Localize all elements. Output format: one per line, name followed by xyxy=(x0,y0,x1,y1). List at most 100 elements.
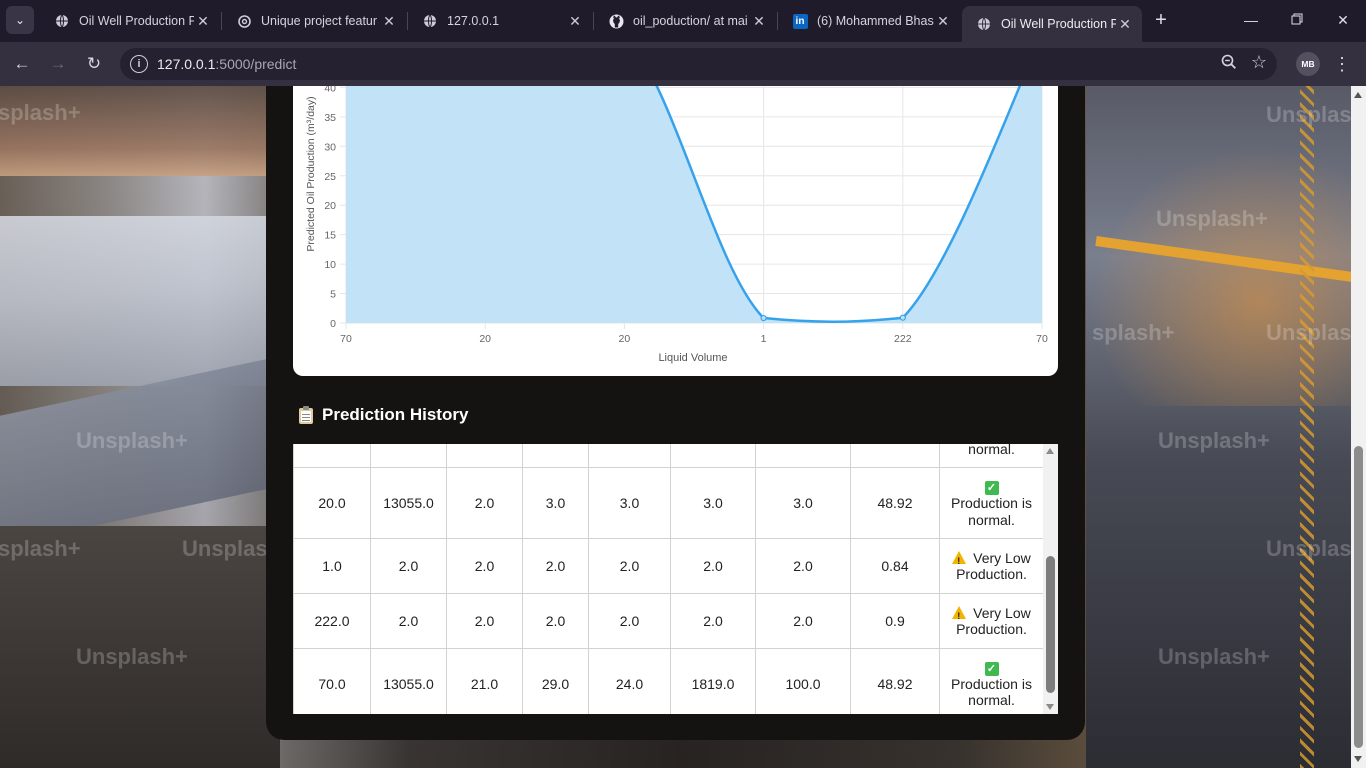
y-tick-label: 35 xyxy=(324,112,336,124)
back-button[interactable]: ← xyxy=(8,50,36,78)
x-tick-label: 70 xyxy=(1036,333,1048,345)
table-row: normal. xyxy=(293,444,1044,468)
address-bar[interactable]: i 127.0.0.1:5000/predict ☆ xyxy=(120,48,1277,80)
restore-icon xyxy=(1291,12,1303,28)
browser-toolbar: ← → ↻ i 127.0.0.1:5000/predict ☆ MB ⋮ xyxy=(0,42,1366,86)
close-icon[interactable]: ✕ xyxy=(380,12,398,30)
chevron-down-icon: ⌄ xyxy=(14,13,26,27)
github-icon xyxy=(608,13,624,29)
reload-icon: ↻ xyxy=(86,54,102,73)
zoom-icon[interactable] xyxy=(1221,54,1237,74)
clipboard-icon xyxy=(298,406,314,424)
tab-localhost[interactable]: 127.0.0.1 ✕ xyxy=(408,0,592,42)
maximize-button[interactable] xyxy=(1274,0,1320,40)
y-axis-label: Predicted Oil Production (m³/day) xyxy=(305,96,317,251)
table-cell: 29.0 xyxy=(522,648,589,714)
forward-button[interactable]: → xyxy=(44,50,72,78)
tab-search-button[interactable]: ⌄ xyxy=(6,6,34,34)
y-tick-label: 15 xyxy=(324,230,336,242)
table-cell: 48.92 xyxy=(850,648,940,714)
unsplash-watermark: splash+ xyxy=(0,536,81,561)
globe-icon xyxy=(422,13,438,29)
check-icon: ✓ xyxy=(984,481,999,495)
table-row: 70.0 13055.0 21.0 29.0 24.0 1819.0 100.0… xyxy=(293,648,1044,714)
status-text: Very Low Production. xyxy=(956,604,1031,638)
scroll-up-arrow-icon[interactable] xyxy=(1354,92,1362,98)
series-area xyxy=(346,86,1042,323)
production-chart: 0 5 10 15 20 25 30 35 40 70 20 20 1 222 70 Liquid Vol… xyxy=(305,86,1048,364)
y-tick-label: 10 xyxy=(324,259,336,271)
prediction-history-table: normal. 20.0 13055.0 2.0 3.0 3.0 3.0 3.0… xyxy=(293,444,1044,714)
minimize-icon: — xyxy=(1244,12,1258,28)
tab-title: Unique project featur xyxy=(261,14,378,28)
table-cell: 2.0 xyxy=(755,593,851,649)
page-scrollbar[interactable] xyxy=(1351,86,1366,768)
globe-icon xyxy=(976,16,992,32)
unsplash-watermark: splash+ xyxy=(1092,320,1175,345)
tab-linkedin[interactable]: in (6) Mohammed Bhasi ✕ xyxy=(778,0,960,42)
table-cell: 2.0 xyxy=(446,538,523,594)
tab-github[interactable]: oil_poduction/ at mai ✕ xyxy=(594,0,776,42)
table-cell: 100.0 xyxy=(755,648,851,714)
close-icon[interactable]: ✕ xyxy=(566,12,584,30)
profile-avatar[interactable]: MB xyxy=(1296,52,1320,76)
status-cell: Very Low Production. xyxy=(939,593,1044,649)
y-tick-label: 25 xyxy=(324,171,336,183)
bookmark-star-icon[interactable]: ☆ xyxy=(1251,52,1267,73)
close-icon[interactable]: ✕ xyxy=(750,12,768,30)
tab-oil-well-active[interactable]: Oil Well Production P ✕ xyxy=(962,6,1142,42)
background-crane-mast xyxy=(1300,86,1314,768)
table-cell: 3.0 xyxy=(670,467,756,539)
close-icon[interactable]: ✕ xyxy=(934,12,952,30)
close-icon[interactable]: ✕ xyxy=(194,12,212,30)
table-cell: 21.0 xyxy=(446,648,523,714)
table-cell: 2.0 xyxy=(588,593,671,649)
data-point[interactable] xyxy=(899,314,906,321)
reload-button[interactable]: ↻ xyxy=(80,50,108,78)
scrollbar-thumb[interactable] xyxy=(1354,446,1363,748)
table-cell: 3.0 xyxy=(588,467,671,539)
browser-menu-icon[interactable]: ⋮ xyxy=(1330,51,1354,77)
table-cell: 2.0 xyxy=(522,593,589,649)
table-scrollbar[interactable] xyxy=(1043,444,1058,714)
chatgpt-icon xyxy=(236,13,252,29)
table-cell: 70.0 xyxy=(293,648,371,714)
unsplash-watermark: Unsplash+ xyxy=(76,644,188,669)
table-cell: 24.0 xyxy=(588,648,671,714)
x-tick-label: 1 xyxy=(761,333,767,345)
prediction-history-table-container[interactable]: normal. 20.0 13055.0 2.0 3.0 3.0 3.0 3.0… xyxy=(293,444,1058,714)
minimize-button[interactable]: — xyxy=(1228,0,1274,40)
status-text: Very Low Production. xyxy=(956,549,1031,583)
background-snowfield xyxy=(0,216,280,386)
tab-title: 127.0.0.1 xyxy=(447,14,500,28)
status-text: normal. xyxy=(968,444,1015,457)
new-tab-button[interactable]: + xyxy=(1149,8,1173,32)
close-window-button[interactable]: ✕ xyxy=(1320,0,1366,40)
scrollbar-thumb[interactable] xyxy=(1046,556,1055,693)
table-cell: 2.0 xyxy=(588,538,671,594)
table-cell: 2.0 xyxy=(755,538,851,594)
close-icon[interactable]: ✕ xyxy=(1116,15,1134,33)
url-text[interactable]: 127.0.0.1:5000/predict xyxy=(157,56,296,72)
site-info-icon[interactable]: i xyxy=(130,55,148,73)
scroll-down-arrow-icon[interactable] xyxy=(1354,756,1362,762)
data-point[interactable] xyxy=(760,314,767,322)
tab-title: (6) Mohammed Bhasi xyxy=(817,14,934,28)
scroll-up-arrow-icon[interactable] xyxy=(1046,448,1054,454)
scroll-down-arrow-icon[interactable] xyxy=(1046,704,1054,710)
status-cell: ✓ Production is normal. xyxy=(939,648,1044,714)
linkedin-badge: in xyxy=(792,13,808,29)
tab-oil-well-1[interactable]: Oil Well Production P ✕ xyxy=(40,0,220,42)
tab-unique-project[interactable]: Unique project featur ✕ xyxy=(222,0,406,42)
x-tick-label: 20 xyxy=(479,333,491,345)
y-tick-label: 5 xyxy=(330,289,336,301)
table-cell: 222.0 xyxy=(293,593,371,649)
x-tick-label: 222 xyxy=(894,333,912,345)
table-cell: 13055.0 xyxy=(370,648,447,714)
unsplash-watermark: splash+ xyxy=(0,100,81,125)
table-cell: 2.0 xyxy=(446,593,523,649)
url-path: :5000/predict xyxy=(215,56,297,72)
prediction-history-title: Prediction History xyxy=(322,405,469,424)
table-row: 222.0 2.0 2.0 2.0 2.0 2.0 2.0 0.9 Very L… xyxy=(293,593,1044,649)
status-text: Production is normal. xyxy=(951,675,1032,709)
